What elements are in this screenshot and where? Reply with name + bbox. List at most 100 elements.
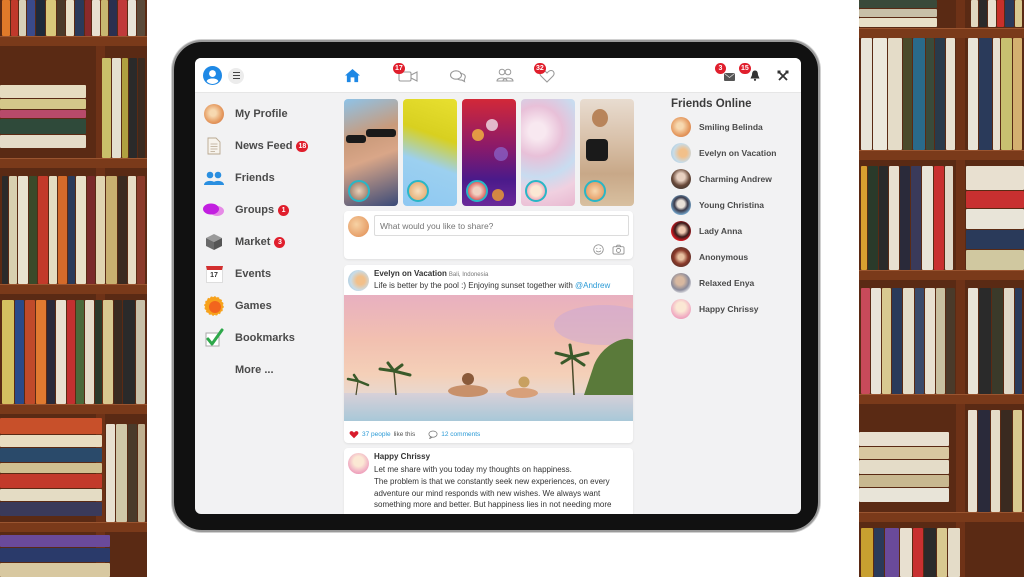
post-card: Evelyn on Vacation Bali, Indonesia Life i… [344,265,633,443]
sidebar-label: News Feed [235,140,293,152]
book-row [859,528,1024,577]
friend-avatar [671,247,691,267]
story-cherry-blossom[interactable] [521,99,575,206]
post-image[interactable] [344,295,633,421]
mention-link[interactable]: @Andrew [575,281,610,290]
friend-avatar [671,195,691,215]
book-row [0,0,147,36]
sidebar-item-games[interactable]: Games [203,290,333,322]
story-avatar [466,180,488,202]
bookshelf-right [859,0,1024,577]
friend-item[interactable]: Happy Chrissy [671,296,796,322]
story-beach-runner[interactable] [580,99,634,206]
nav-home[interactable] [342,58,362,93]
sidebar-item-bookmarks[interactable]: Bookmarks [203,322,333,354]
app-screen: 17 32 3 15 My Profile News Feed 18 Frien… [195,58,801,514]
friend-item[interactable]: Anonymous [671,244,796,270]
settings-button[interactable] [773,58,793,93]
sidebar-item-friends[interactable]: Friends [203,162,333,194]
friend-avatar [671,299,691,319]
top-navigation-bar: 17 32 3 15 [195,58,801,93]
story-bokeh-lights[interactable] [462,99,516,206]
chat-bubbles-icon [449,69,466,83]
nav-videos[interactable]: 17 [393,58,421,93]
smiley-icon[interactable] [593,244,604,255]
post-paragraph: The problem is that we constantly seek n… [374,477,612,509]
sidebar-item-my-profile[interactable]: My Profile [203,98,333,130]
inbox-badge: 3 [715,63,726,74]
profile-button[interactable] [201,58,223,93]
sunset-pool-photo [344,295,633,421]
story-avatar [525,180,547,202]
book-row [966,38,1024,150]
post-author-avatar[interactable] [348,453,369,474]
sidebar-item-more[interactable]: More ... [203,354,333,386]
book-row [104,424,147,522]
friend-item[interactable]: Charming Andrew [671,166,796,192]
menu-button[interactable] [227,58,245,93]
sidebar-label: More ... [235,364,274,376]
like-heart-icon[interactable] [349,430,359,439]
sidebar-label: Groups [235,204,275,216]
sidebar-item-news-feed[interactable]: News Feed 18 [203,130,333,162]
story-selfie-couple[interactable] [344,99,398,206]
friends-online-title: Friends Online [671,98,752,110]
friend-avatar [671,169,691,189]
home-icon [344,68,360,83]
book-stack [0,535,110,577]
sidebar-label: My Profile [235,108,288,120]
comment-icon[interactable] [428,430,438,439]
post-author-name[interactable]: Evelyn on Vacation [374,269,447,278]
story-avatar [348,180,370,202]
stories-strip [344,99,634,206]
sidebar-item-market[interactable]: Market 3 [203,226,333,258]
post-author-name[interactable]: Happy Chrissy [374,452,430,461]
story-palm-leaf[interactable] [403,99,457,206]
book-stack [859,0,937,27]
nav-likes[interactable]: 32 [534,58,559,93]
book-stack [966,166,1024,270]
friend-avatar [671,117,691,137]
book-row [969,0,1024,27]
sidebar-label: Friends [235,172,275,184]
friend-item[interactable]: Relaxed Enya [671,270,796,296]
post-composer [344,211,633,259]
post-text: Life is better by the pool :) Enjoying s… [374,281,611,290]
friend-item[interactable]: Evelyn on Vacation [671,140,796,166]
nav-inbox[interactable]: 3 [715,58,737,93]
news-feed-badge: 18 [296,140,309,152]
nav-friends[interactable] [494,58,516,93]
share-input[interactable] [374,215,629,236]
friend-avatar [671,143,691,163]
nav-notifications[interactable]: 15 [739,58,763,93]
likes-count-link[interactable]: 37 people [362,431,391,438]
sidebar-label: Market [235,236,271,248]
user-circle-icon [202,66,222,85]
book-stack [0,85,92,157]
sidebar-item-groups[interactable]: Groups 1 [203,194,333,226]
friend-item[interactable]: Lady Anna [671,218,796,244]
camera-icon[interactable] [612,244,625,255]
post-paragraph: Let me share with you today my thoughts … [374,465,572,474]
envelope-icon [723,73,735,81]
comments-count-link[interactable]: 12 comments [441,431,480,438]
speech-bubbles-icon [203,203,224,216]
sidebar-label: Bookmarks [235,332,295,344]
friends-online-panel: Friends Online Smiling Belinda Evelyn on… [671,98,796,322]
friend-item[interactable]: Smiling Belinda [671,114,796,140]
notifications-badge: 15 [739,63,751,74]
friend-item[interactable]: Young Christina [671,192,796,218]
stage: 17 32 3 15 My Profile News Feed 18 Frien… [0,0,1024,577]
story-avatar [584,180,606,202]
document-icon [207,137,221,155]
nav-messages[interactable] [448,58,468,93]
calendar-icon: 17 [205,265,223,283]
book-stack [859,432,949,512]
story-avatar [407,180,429,202]
sidebar-item-events[interactable]: 17 Events [203,258,333,290]
post-author-avatar[interactable] [348,270,369,291]
friend-avatar [671,273,691,293]
sidebar-label: Games [235,300,272,312]
likes-badge: 32 [534,63,546,74]
hamburger-menu-icon [228,67,244,84]
